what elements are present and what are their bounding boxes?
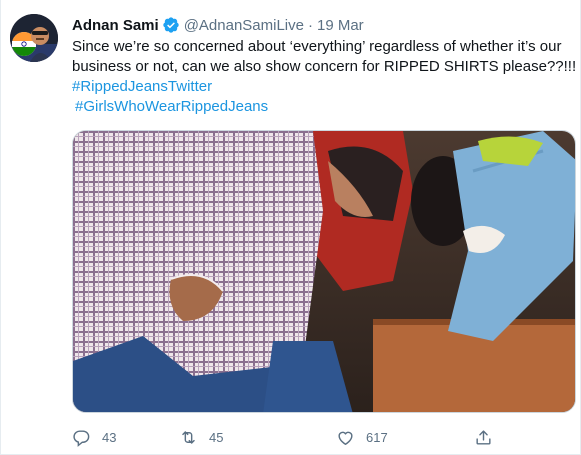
tweet-text: Since we’re so concerned about ‘everythi… bbox=[72, 37, 577, 117]
tweet-text-line-1: Since we’re so concerned about ‘everythi… bbox=[72, 38, 562, 55]
author-display-name[interactable]: Adnan Sami bbox=[72, 17, 159, 34]
author-handle[interactable]: @AdnanSamiLive bbox=[184, 17, 304, 34]
hashtag-ripped-jeans-twitter[interactable]: #RippedJeansTwitter bbox=[72, 77, 572, 97]
header-separator: · bbox=[307, 16, 313, 34]
tweet-actions: 43 45 617 bbox=[72, 426, 552, 448]
retweet-button[interactable]: 45 bbox=[179, 426, 223, 448]
like-button[interactable]: 617 bbox=[336, 426, 388, 448]
reply-count: 43 bbox=[102, 429, 117, 445]
retweet-count: 45 bbox=[209, 429, 224, 445]
reply-button[interactable]: 43 bbox=[72, 426, 116, 448]
like-count: 617 bbox=[366, 429, 388, 445]
tweet-text-line-2: business or not, can we also show concer… bbox=[72, 58, 577, 75]
tweet-photo[interactable] bbox=[72, 130, 576, 413]
retweet-icon bbox=[182, 430, 195, 444]
tweet-card[interactable]: Adnan Sami @AdnanSamiLive · 19 Mar Since… bbox=[0, 0, 581, 455]
verified-badge-icon bbox=[163, 17, 179, 33]
heart-icon bbox=[338, 431, 353, 445]
share-icon bbox=[476, 429, 491, 445]
share-button[interactable] bbox=[474, 426, 493, 448]
reply-icon bbox=[73, 429, 90, 447]
hashtag-girls-who-wear-ripped-jeans[interactable]: #GirlsWhoWearRippedJeans bbox=[72, 97, 572, 117]
avatar[interactable] bbox=[10, 14, 58, 62]
tweet-timestamp[interactable]: 19 Mar bbox=[317, 17, 364, 34]
tweet-header: Adnan Sami @AdnanSamiLive · 19 Mar bbox=[72, 15, 364, 35]
